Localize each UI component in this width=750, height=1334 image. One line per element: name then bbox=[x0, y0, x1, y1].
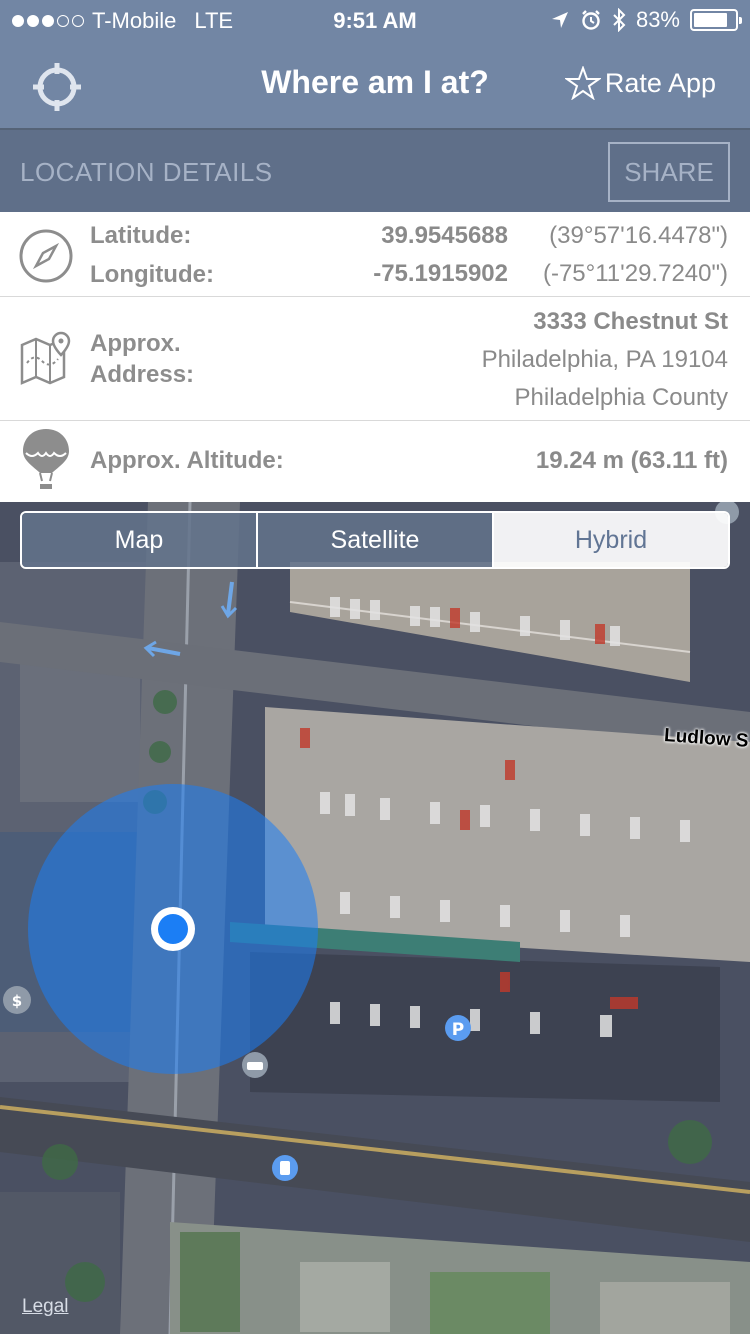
address-label-line1: Approx. bbox=[90, 330, 181, 357]
rate-app-label: Rate App bbox=[604, 67, 716, 98]
altitude-value: 19.24 m (63.11 ft) bbox=[535, 447, 728, 474]
compass-icon bbox=[19, 229, 73, 283]
battery-percent: 83% bbox=[635, 7, 680, 32]
map-mode-map[interactable]: Map bbox=[22, 513, 258, 567]
altitude-row: Approx. Altitude: 19.24 m (63.11 ft) bbox=[0, 421, 750, 502]
satellite-imagery: P $ bbox=[0, 502, 750, 1334]
share-button[interactable]: SHARE bbox=[608, 142, 730, 202]
hot-air-balloon-icon bbox=[23, 429, 69, 489]
address-county: Philadelphia County bbox=[514, 384, 728, 411]
location-details-bar: LOCATION DETAILS SHARE bbox=[0, 128, 750, 212]
address-label-line2: Address: bbox=[90, 361, 195, 388]
map-view[interactable]: P $ Map Satellite Hybrid Ludlow S Legal bbox=[0, 502, 750, 1334]
bluetooth-icon bbox=[613, 8, 626, 32]
altitude-label: Approx. Altitude: bbox=[90, 447, 284, 474]
longitude-value: -75.1915902 bbox=[373, 260, 508, 287]
nav-bar: Where am I at? Rate App bbox=[0, 40, 750, 128]
longitude-dms: (-75°11'29.7240") bbox=[542, 260, 728, 287]
alarm-icon bbox=[582, 10, 600, 30]
longitude-label: Longitude: bbox=[90, 261, 214, 288]
section-title: LOCATION DETAILS bbox=[20, 157, 273, 187]
address-street: 3333 Chestnut St bbox=[533, 308, 728, 335]
latitude-dms: (39°57'16.4478") bbox=[549, 222, 728, 249]
map-mode-satellite[interactable]: Satellite bbox=[258, 513, 494, 567]
latitude-value: 39.9545688 bbox=[381, 222, 508, 249]
latitude-label: Latitude: bbox=[90, 222, 192, 249]
svg-text:P: P bbox=[452, 1020, 464, 1040]
header: T-Mobile LTE 9:51 AM 83% Where am I at? … bbox=[0, 0, 750, 128]
svg-text:$: $ bbox=[12, 992, 22, 1010]
coordinates-row: Latitude: Longitude: 39.9545688 (39°57'1… bbox=[0, 212, 750, 297]
legal-link[interactable]: Legal bbox=[22, 1296, 69, 1318]
status-bar: T-Mobile LTE 9:51 AM 83% bbox=[0, 0, 750, 40]
address-city: Philadelphia, PA 19104 bbox=[481, 346, 728, 373]
map-type-segmented-control: Map Satellite Hybrid bbox=[20, 511, 730, 569]
map-mode-hybrid[interactable]: Hybrid bbox=[494, 513, 728, 567]
map-pin-icon bbox=[20, 331, 71, 385]
rate-app-button[interactable]: Rate App bbox=[564, 66, 716, 100]
address-row: Approx. Address: 3333 Chestnut St Philad… bbox=[0, 297, 750, 421]
location-arrow-icon bbox=[551, 12, 568, 28]
star-icon bbox=[564, 66, 601, 100]
battery-icon bbox=[690, 9, 742, 31]
